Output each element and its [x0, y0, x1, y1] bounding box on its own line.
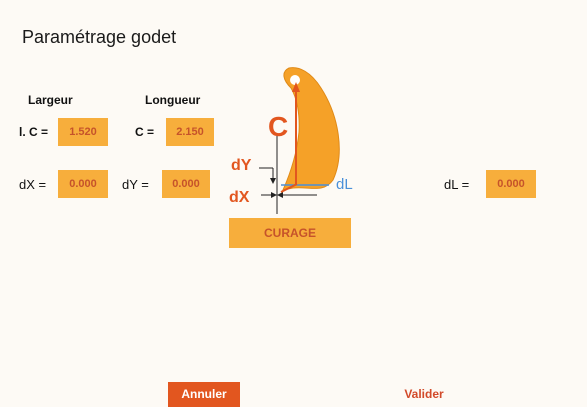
dy-input[interactable]: 0.000 [162, 170, 210, 198]
dy-arrow-head-icon [270, 178, 276, 184]
diagram-c-label: C [268, 111, 288, 142]
cancel-button[interactable]: Annuler [168, 382, 240, 407]
curage-button[interactable]: CURAGE [229, 218, 351, 248]
bucket-pivot-hole-icon [290, 75, 300, 85]
largeur-c-label: l. C = [19, 125, 49, 139]
longueur-c-label: C = [135, 125, 155, 139]
diagram-dl-label: dL [336, 176, 353, 193]
diagram-dx-label: dX [229, 189, 250, 206]
dx-right-arrow-head-icon [277, 192, 283, 198]
dx-label: dX = [19, 177, 47, 192]
diagram-dy-label: dY [231, 157, 252, 174]
dx-input[interactable]: 0.000 [58, 170, 108, 198]
dy-label: dY = [122, 177, 149, 192]
page-title: Paramétrage godet [22, 27, 177, 47]
bucket-diagram: C dY dX dL [229, 67, 353, 214]
validate-button[interactable]: Valider [384, 382, 464, 407]
bucket-settings-screen: Paramétrage godet Largeur l. C = 1.520 d… [0, 0, 587, 407]
dl-input[interactable]: 0.000 [486, 170, 536, 198]
bucket-shape [282, 67, 340, 191]
dx-left-arrow-head-icon [271, 192, 277, 198]
longueur-c-input[interactable]: 2.150 [166, 118, 214, 146]
largeur-c-input[interactable]: 1.520 [58, 118, 108, 146]
dl-label: dL = [444, 177, 470, 192]
longueur-heading: Longueur [145, 93, 201, 107]
largeur-heading: Largeur [28, 93, 73, 107]
